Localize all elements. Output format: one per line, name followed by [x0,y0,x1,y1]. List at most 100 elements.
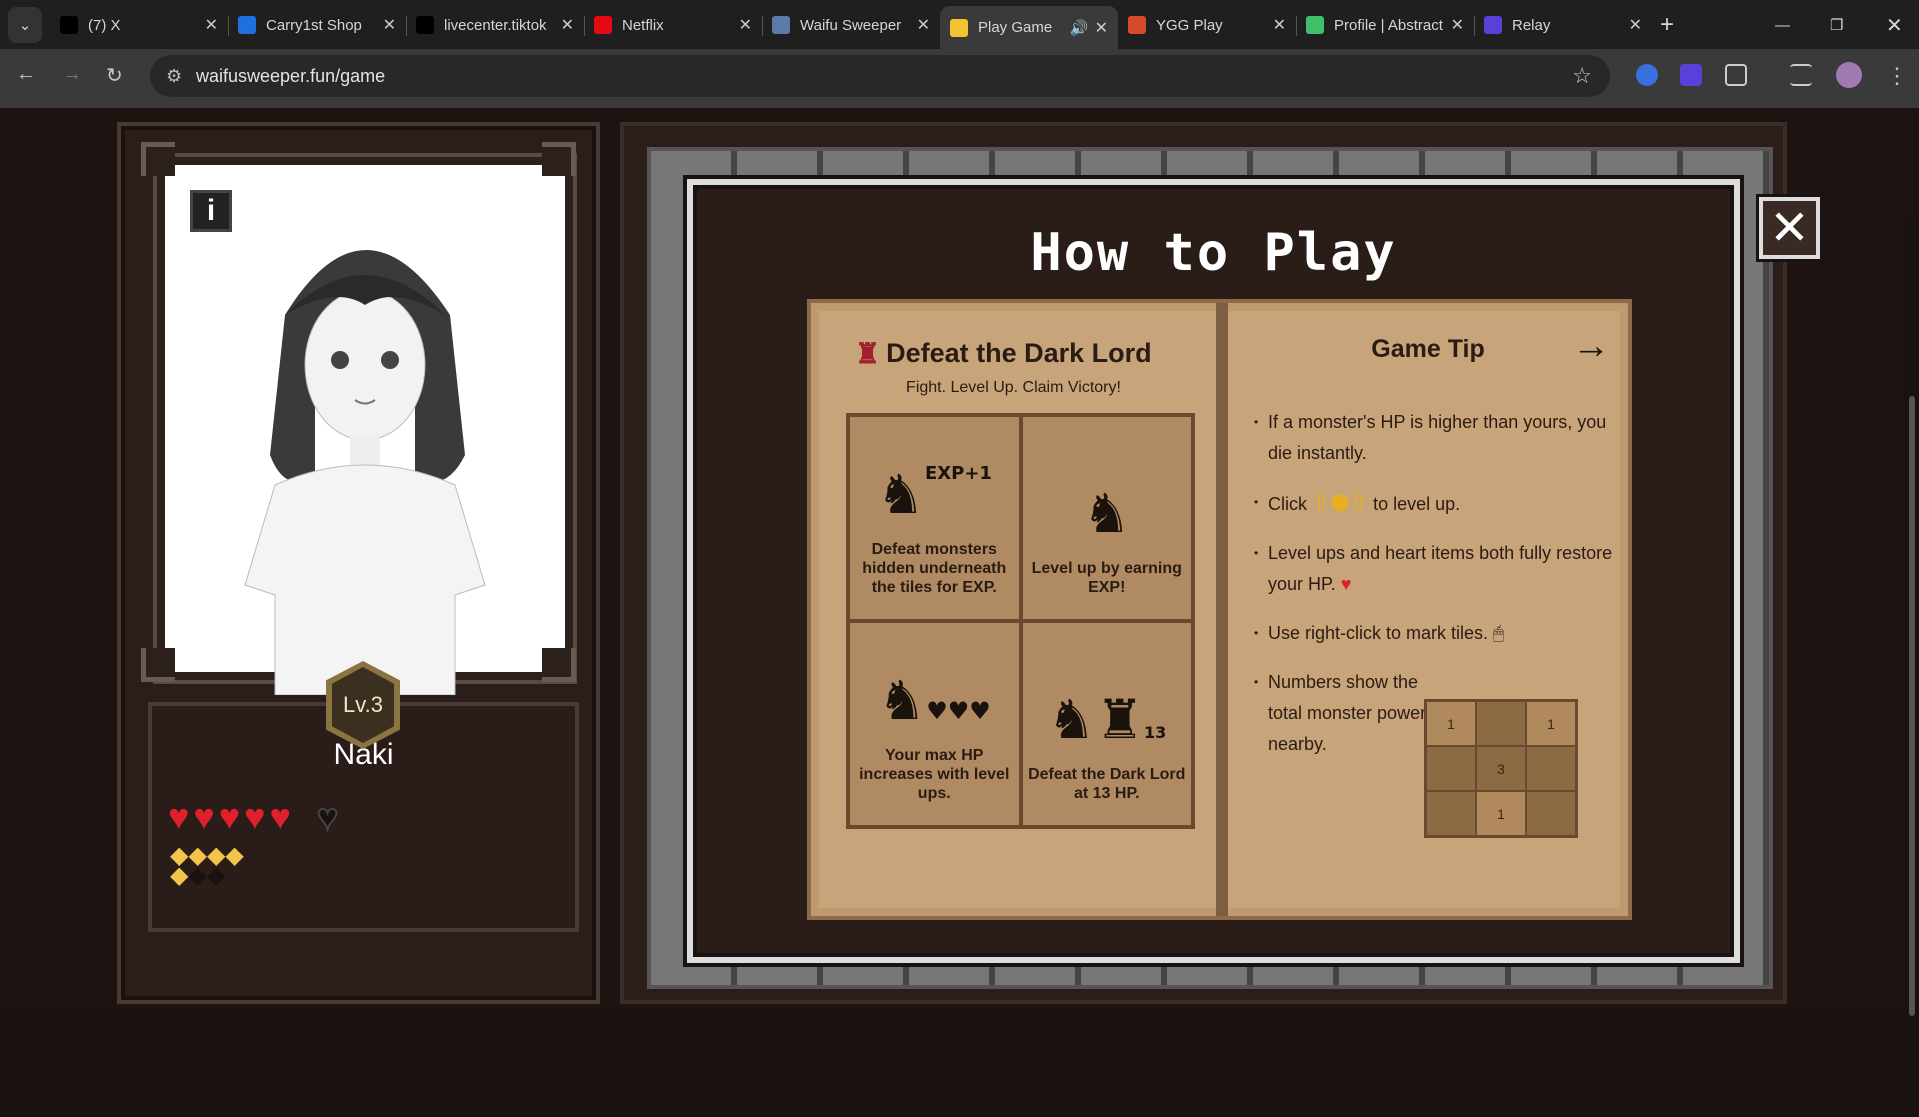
rule-cell: ♞♜13 Defeat the Dark Lord at 13 HP. [1022,623,1191,825]
heart-full-icon: ♥ [244,796,266,837]
modal-title: How to Play [1030,223,1397,283]
new-tab-button[interactable]: + [1650,7,1680,43]
tab[interactable]: Relay ✕ [1474,7,1652,43]
tab-title: (7) X [88,16,121,34]
heart-icon: ♥ [1340,574,1352,594]
heart-full-icon: ♥ [168,796,190,837]
dark-lord-icon: ♜ [855,338,881,369]
tab[interactable]: Waifu Sweeper ✕ [762,7,940,43]
tab[interactable]: YGG Play ✕ [1118,7,1296,43]
profile-avatar[interactable] [1836,62,1862,88]
frame-corner [141,648,175,682]
extension-icon[interactable] [1680,64,1702,86]
reload-icon[interactable]: ↻ [106,63,123,88]
rule-cell: ♞♥♥♥ Your max HP increases with level up… [850,623,1019,825]
crown-icon [950,18,968,37]
tip-text: to level up. [1373,494,1461,514]
tab-title: Relay [1512,16,1551,34]
tab-close-icon[interactable]: ✕ [205,15,218,35]
heart-full-icon: ♥ [193,796,215,837]
url-text[interactable]: waifusweeper.fun/game [196,66,385,87]
tab-close-icon[interactable]: ✕ [561,15,574,35]
exp-gem-empty-icon: ◆ [206,862,226,889]
tab[interactable]: livecenter.tiktok ✕ [406,7,584,43]
tab-close-icon[interactable]: ✕ [383,15,396,35]
forward-icon[interactable]: → [62,63,82,86]
tab-title: Play Game [978,19,1053,36]
waifu-logo [772,16,790,34]
tab-separator [1474,16,1475,36]
browser-toolbar: ← → ↻ ⚙ waifusweeper.fun/game ☆ ⋮ [0,49,1919,108]
character-card: i [153,153,577,695]
tab[interactable]: (7) X ✕ [50,7,228,43]
empty-tile [1427,747,1475,790]
restore-button[interactable]: ❐ [1820,7,1850,43]
chevron-down-icon: ⌄ [18,17,32,34]
tip-item: If a monster's HP is higher than yours, … [1254,407,1614,469]
tab-title: Waifu Sweeper [800,16,902,34]
tab[interactable]: Play Game 🔊 ✕ [940,6,1118,49]
tab-search-button[interactable]: ⌄ [8,7,42,43]
relay-logo [1484,16,1502,34]
tip-text: Use right-click to mark tiles. [1268,623,1489,643]
tab-close-icon[interactable]: ✕ [739,15,752,35]
scrollbar[interactable] [1905,216,1919,1117]
tip-item: Use right-click to mark tiles. 🖱 [1254,618,1614,649]
extension-icon[interactable] [1636,64,1658,86]
close-button[interactable]: ✕ [1759,197,1820,259]
rule-cell: ♞EXP+1 Defeat monsters hidden underneath… [850,417,1019,619]
right-page: Game Tip → If a monster's HP is higher t… [1228,303,1628,916]
exp-gems: ◆◆◆◆ ◆◆◆ [170,844,290,889]
tab-close-icon[interactable]: ✕ [1451,15,1464,35]
tip-text: Level ups and heart items both fully res… [1268,543,1613,594]
menu-kebab-icon[interactable]: ⋮ [1886,63,1908,89]
abstract-logo [1306,16,1324,34]
rule-caption: Your max HP increases with level ups. [859,747,1010,802]
tab[interactable]: Profile | Abstract ✕ [1296,7,1474,43]
heart-full-icon: ♥ [269,796,291,837]
next-page-arrow-icon[interactable]: → [1572,325,1610,368]
netflix-logo [594,16,612,34]
left-page: ♜ Defeat the Dark Lord Fight. Level Up. … [811,303,1216,916]
rules-grid: ♞EXP+1 Defeat monsters hidden underneath… [846,413,1195,829]
tab-title: YGG Play [1156,16,1223,34]
tab-close-icon[interactable]: ✕ [1095,18,1108,38]
empty-tile [1477,702,1525,745]
example-grid: 1 131 [1424,699,1578,838]
bookmark-star-icon[interactable]: ☆ [1572,63,1592,89]
character-panel: i Naki ♥ ♥ ♥ ♥ ♥ ♥ ◆◆◆◆ ◆◆◆ Lv.3 [117,122,600,1004]
exp-gem-filled-icon: ◆ [170,862,189,889]
hero-fight-icon: ♞EXP+1 [876,463,992,526]
spider-tile: 1 [1427,702,1475,745]
tab-separator [762,16,763,36]
character-portrait [244,250,486,695]
game-area: i Naki ♥ ♥ ♥ ♥ ♥ ♥ ◆◆◆◆ ◆◆◆ Lv.3 How to Play [0,108,1919,1117]
minimize-button[interactable]: — [1765,7,1795,43]
audio-icon[interactable]: 🔊 [1070,19,1089,37]
level-up-icon: ⇧⬢⇧ [1312,490,1369,515]
frame-corner [141,142,175,176]
scrollbar-thumb[interactable] [1909,396,1915,1016]
tab-close-icon[interactable]: ✕ [917,15,930,35]
extensions-puzzle-icon[interactable] [1725,64,1747,86]
site-info-icon[interactable]: ⚙ [166,66,182,87]
tab[interactable]: Carry1st Shop ✕ [228,7,406,43]
tab-close-icon[interactable]: ✕ [1629,15,1642,35]
tab-close-icon[interactable]: ✕ [1273,15,1286,35]
window-close-button[interactable]: ✕ [1876,7,1906,43]
empty-tile [1527,792,1575,835]
media-control-icon[interactable] [1790,64,1812,86]
frame-corner [542,648,576,682]
mouse-icon: 🖱 [1493,623,1504,643]
left-page-heading: ♜ Defeat the Dark Lord [855,337,1152,370]
exp-gem-empty-icon: ◆ [188,862,207,889]
tab[interactable]: Netflix ✕ [584,7,762,43]
address-bar[interactable]: ⚙ waifusweeper.fun/game ☆ [150,55,1610,97]
empty-tile [1527,747,1575,790]
rule-cell: ♞ Level up by earning EXP! [1022,417,1191,619]
rule-caption: Defeat monsters hidden underneath the ti… [862,541,1007,596]
back-icon[interactable]: ← [16,63,36,86]
exp-gem-filled-icon: ◆ [225,842,244,869]
tip-item: Level ups and heart items both fully res… [1254,538,1614,600]
rule-book: ♜ Defeat the Dark Lord Fight. Level Up. … [807,299,1632,920]
